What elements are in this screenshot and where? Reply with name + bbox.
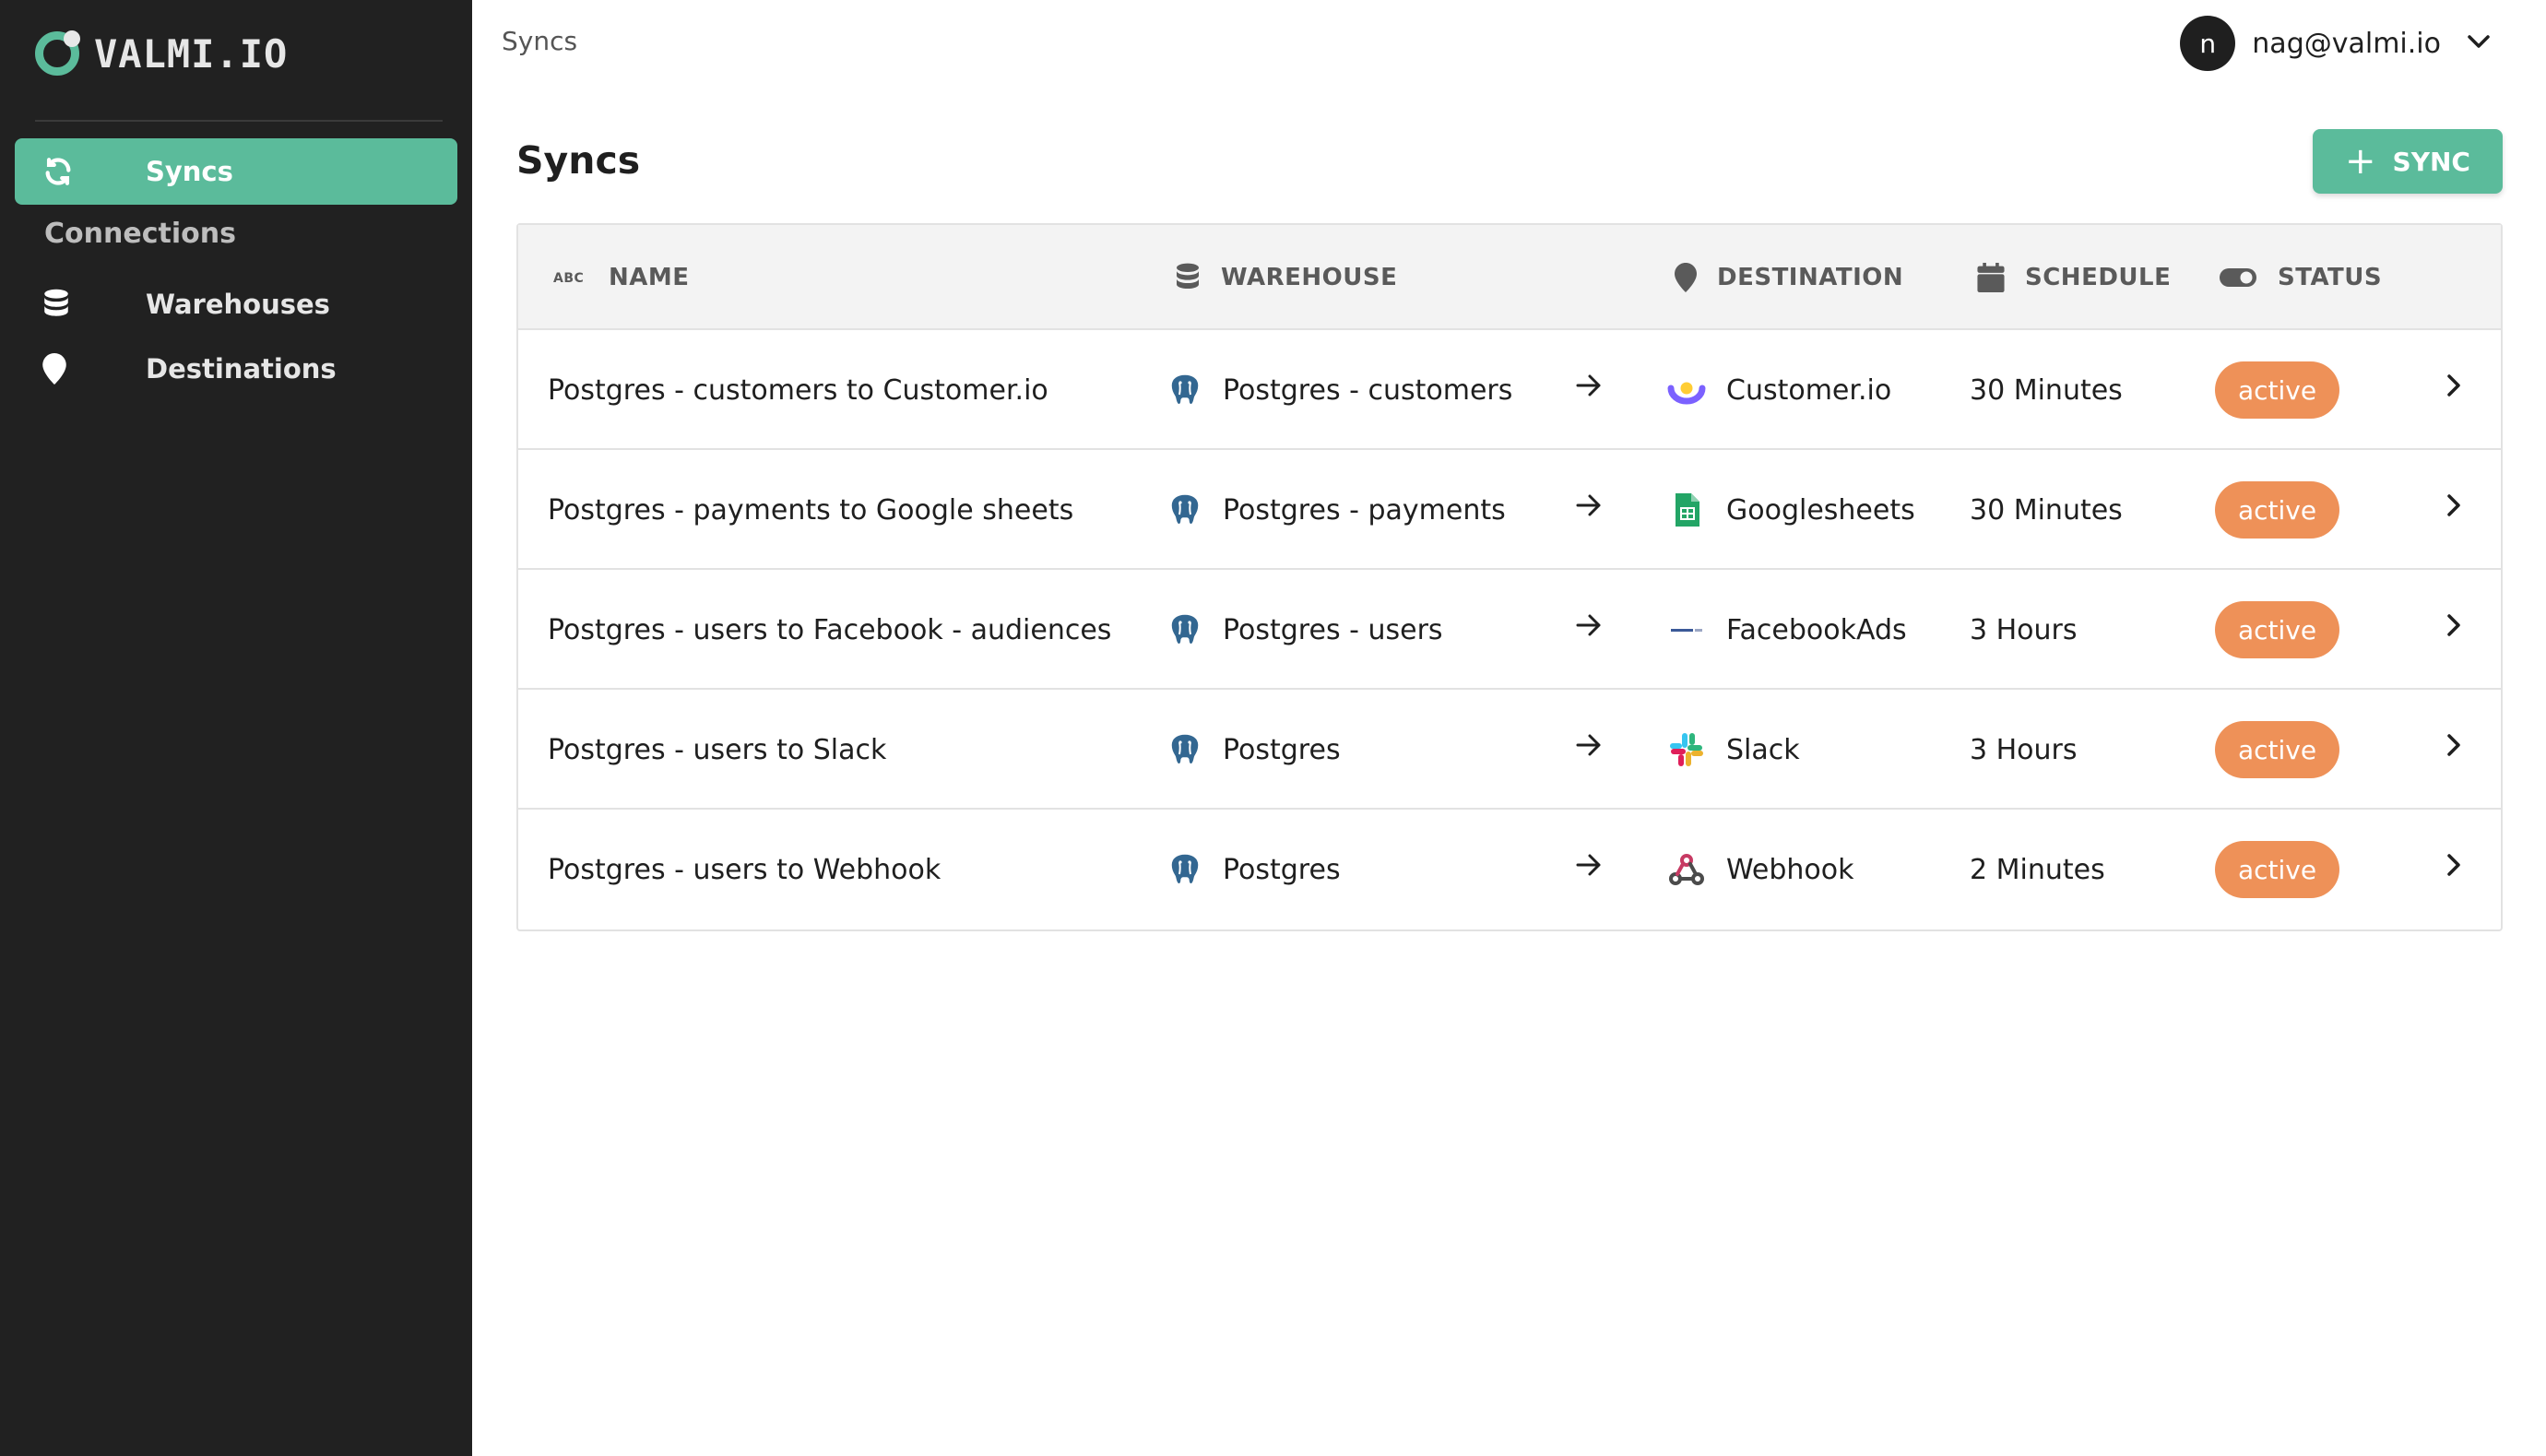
add-sync-button-label: SYNC (2392, 146, 2470, 177)
sidebar-divider (35, 120, 443, 122)
postgres-icon (1167, 851, 1202, 888)
map-pin-icon (42, 353, 98, 385)
destination-cell: Webhook (1667, 810, 1854, 929)
sync-name: Postgres - users to Webhook (548, 853, 941, 886)
user-email: nag@valmi.io (2252, 27, 2441, 60)
chevron-right-icon[interactable] (2445, 330, 2462, 441)
webhook-icon (1667, 851, 1706, 888)
destination-cell: Customer.io (1667, 330, 1891, 450)
breadcrumb: Syncs (502, 26, 578, 56)
status-cell: active (2215, 570, 2340, 690)
add-sync-button[interactable]: + SYNC (2313, 129, 2503, 194)
column-header-status[interactable]: STATUS (2219, 225, 2382, 330)
abc-icon: ABC (553, 268, 588, 287)
slack-icon (1667, 730, 1706, 769)
sidebar: VALMI.IO Syncs Connections Warehouses De… (0, 0, 472, 1456)
status-badge: active (2215, 361, 2340, 419)
logo-icon (35, 30, 80, 76)
chevron-right-icon[interactable] (2445, 810, 2462, 920)
map-pin-icon (1675, 263, 1697, 292)
sidebar-item-label: Syncs (146, 156, 233, 187)
status-badge: active (2215, 841, 2340, 898)
sync-name: Postgres - users to Facebook - audiences (548, 613, 1112, 646)
schedule-cell: 3 Hours (1970, 733, 2078, 766)
sidebar-item-label: Destinations (146, 353, 337, 385)
app-logo[interactable]: VALMI.IO (35, 28, 288, 79)
sync-name: Postgres - payments to Google sheets (548, 493, 1074, 527)
customerio-icon (1667, 375, 1706, 405)
table-row[interactable]: Postgres - users to Webhook Postgres Web… (518, 810, 2501, 929)
arrow-right-icon (1575, 690, 1603, 800)
toggle-icon (2219, 266, 2257, 289)
chevron-down-icon (2467, 33, 2491, 53)
column-header-name[interactable]: ABC NAME (553, 225, 690, 330)
table-row[interactable]: Postgres - payments to Google sheets Pos… (518, 450, 2501, 570)
status-cell: active (2215, 690, 2340, 810)
postgres-icon (1167, 731, 1202, 768)
sidebar-item-destinations[interactable]: Destinations (15, 336, 457, 402)
sidebar-item-label: Warehouses (146, 289, 330, 320)
table-row[interactable]: Postgres - users to Slack Postgres Slack… (518, 690, 2501, 810)
destination-cell: Slack (1667, 690, 1800, 810)
warehouse-cell: Postgres - customers (1167, 330, 1512, 450)
postgres-icon (1167, 372, 1202, 408)
arrow-right-icon (1575, 810, 1603, 920)
googlesheets-icon (1667, 491, 1706, 528)
sidebar-section-connections: Connections (44, 218, 236, 250)
database-icon (1175, 263, 1201, 292)
destination-cell: FacebookAds (1667, 570, 1907, 690)
postgres-icon (1167, 491, 1202, 528)
table-row[interactable]: Postgres - customers to Customer.io Post… (518, 330, 2501, 450)
arrow-right-icon (1575, 570, 1603, 681)
status-cell: active (2215, 330, 2340, 450)
table-body: Postgres - customers to Customer.io Post… (518, 330, 2501, 929)
logo-text: VALMI.IO (94, 30, 289, 77)
warehouse-cell: Postgres (1167, 810, 1341, 929)
schedule-cell: 2 Minutes (1970, 853, 2105, 886)
sync-name: Postgres - users to Slack (548, 733, 887, 766)
warehouse-cell: Postgres - payments (1167, 450, 1506, 570)
facebookads-icon (1667, 621, 1706, 639)
avatar: n (2180, 16, 2236, 71)
column-header-destination[interactable]: DESTINATION (1675, 225, 1903, 330)
schedule-cell: 30 Minutes (1970, 373, 2123, 407)
warehouse-cell: Postgres (1167, 690, 1341, 810)
chevron-right-icon[interactable] (2445, 570, 2462, 681)
status-cell: active (2215, 450, 2340, 570)
destination-cell: Googlesheets (1667, 450, 1915, 570)
page-title: Syncs (516, 138, 641, 183)
table-header: ABC NAME WAREHOUSE DESTINATION SCHEDULE … (518, 225, 2501, 330)
warehouse-cell: Postgres - users (1167, 570, 1443, 690)
syncs-table: ABC NAME WAREHOUSE DESTINATION SCHEDULE … (516, 223, 2503, 931)
chevron-right-icon[interactable] (2445, 690, 2462, 800)
status-badge: active (2215, 601, 2340, 658)
arrow-right-icon (1575, 450, 1603, 561)
sidebar-item-syncs[interactable]: Syncs (15, 138, 457, 205)
calendar-icon (1977, 263, 2005, 292)
svg-text:ABC: ABC (553, 271, 584, 286)
status-cell: active (2215, 810, 2340, 929)
database-icon (42, 289, 98, 320)
sidebar-item-warehouses[interactable]: Warehouses (15, 271, 457, 337)
refresh-icon (42, 156, 98, 187)
plus-icon: + (2345, 140, 2376, 183)
postgres-icon (1167, 611, 1202, 648)
column-header-warehouse[interactable]: WAREHOUSE (1175, 225, 1397, 330)
chevron-right-icon[interactable] (2445, 450, 2462, 561)
status-badge: active (2215, 721, 2340, 778)
table-row[interactable]: Postgres - users to Facebook - audiences… (518, 570, 2501, 690)
status-badge: active (2215, 481, 2340, 539)
sync-name: Postgres - customers to Customer.io (548, 373, 1048, 407)
schedule-cell: 3 Hours (1970, 613, 2078, 646)
user-menu[interactable]: n nag@valmi.io (2180, 15, 2491, 72)
arrow-right-icon (1575, 330, 1603, 441)
column-header-schedule[interactable]: SCHEDULE (1977, 225, 2171, 330)
schedule-cell: 30 Minutes (1970, 493, 2123, 527)
